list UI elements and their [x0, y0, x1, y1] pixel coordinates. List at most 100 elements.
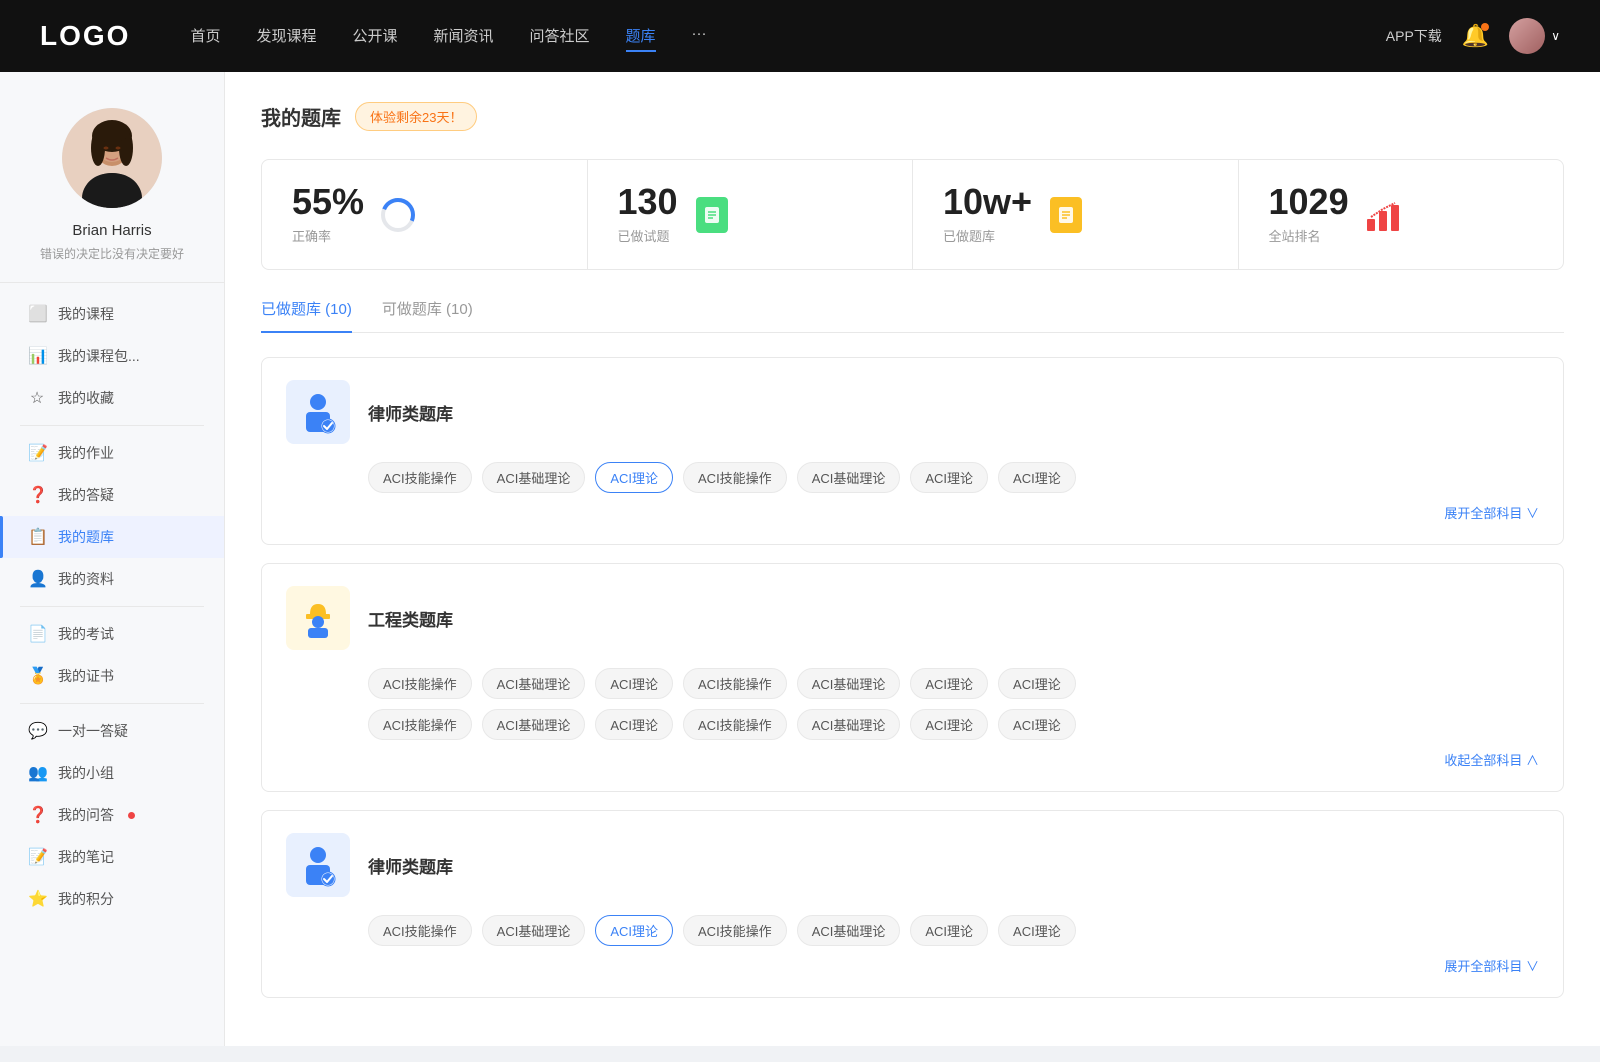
tag-aci-theory-2[interactable]: ACI理论	[910, 462, 988, 493]
notes-icon: 📝	[28, 847, 46, 867]
group-icon: 👥	[28, 763, 46, 783]
notification-bell[interactable]: 🔔	[1462, 23, 1489, 49]
l2-tag-1[interactable]: ACI技能操作	[368, 915, 472, 946]
l2-tag-3-active[interactable]: ACI理论	[595, 915, 673, 946]
l2-tag-5[interactable]: ACI基础理论	[797, 915, 901, 946]
l2-tag-7[interactable]: ACI理论	[998, 915, 1076, 946]
lawyer-svg-icon-2	[296, 843, 340, 887]
tag-aci-skill-op[interactable]: ACI技能操作	[368, 462, 472, 493]
sidebar-item-qa[interactable]: ❓ 我的答疑	[0, 474, 224, 516]
tag-aci-theory-3[interactable]: ACI理论	[998, 462, 1076, 493]
nav-question-bank[interactable]: 题库	[626, 21, 656, 52]
l2-tag-4[interactable]: ACI技能操作	[683, 915, 787, 946]
eng-tag-7[interactable]: ACI理论	[998, 668, 1076, 699]
logo: LOGO	[40, 20, 130, 52]
lawyer-svg-icon	[296, 390, 340, 434]
sidebar-item-label: 我的考试	[58, 624, 114, 644]
stat-icon-questions	[692, 195, 732, 235]
points-icon: ⭐	[28, 889, 46, 909]
main-content: 我的题库 体验剩余23天！ 55% 正确率 130	[225, 72, 1600, 1046]
stat-icon-banks	[1046, 195, 1086, 235]
eng-tag-9[interactable]: ACI基础理论	[482, 709, 586, 740]
app-download-link[interactable]: APP下载	[1386, 26, 1442, 46]
sidebar: Brian Harris 错误的决定比没有决定要好 ⬜ 我的课程 📊 我的课程包…	[0, 72, 225, 1046]
expand-link-2[interactable]: 展开全部科目 ∨	[286, 956, 1539, 975]
eng-tag-8[interactable]: ACI技能操作	[368, 709, 472, 740]
qbank-card-header-lawyer-2: 律师类题库	[286, 833, 1539, 897]
sidebar-item-label: 我的作业	[58, 443, 114, 463]
l2-tag-6[interactable]: ACI理论	[910, 915, 988, 946]
qbank-card-header-1: 律师类题库	[286, 380, 1539, 444]
sidebar-item-exam[interactable]: 📄 我的考试	[0, 613, 224, 655]
qbank-tags-row-engineer-1: ACI技能操作 ACI基础理论 ACI理论 ACI技能操作 ACI基础理论 AC…	[368, 668, 1539, 699]
nav-more[interactable]: ···	[692, 21, 707, 52]
sidebar-item-profile[interactable]: 👤 我的资料	[0, 558, 224, 600]
qbank-card-engineer: 工程类题库 ACI技能操作 ACI基础理论 ACI理论 ACI技能操作 ACI基…	[261, 563, 1564, 792]
stat-number-questions: 130	[618, 184, 678, 220]
stat-rank: 1029 全站排名	[1239, 160, 1564, 269]
sidebar-item-my-courses[interactable]: ⬜ 我的课程	[0, 293, 224, 335]
l2-tag-2[interactable]: ACI基础理论	[482, 915, 586, 946]
doc-green-icon	[696, 197, 728, 233]
engineer-svg-icon	[296, 596, 340, 640]
nav-home[interactable]: 首页	[190, 21, 220, 52]
stat-label-accuracy: 正确率	[292, 226, 364, 245]
sidebar-item-notes[interactable]: 📝 我的笔记	[0, 836, 224, 878]
eng-tag-10[interactable]: ACI理论	[595, 709, 673, 740]
nav-discover[interactable]: 发现课程	[256, 21, 316, 52]
sidebar-item-points[interactable]: ⭐ 我的积分	[0, 878, 224, 920]
eng-tag-14[interactable]: ACI理论	[998, 709, 1076, 740]
sidebar-item-favorites[interactable]: ☆ 我的收藏	[0, 377, 224, 419]
page-title: 我的题库	[261, 102, 341, 131]
eng-tag-12[interactable]: ACI基础理论	[797, 709, 901, 740]
qa-icon: ❓	[28, 485, 46, 505]
nav-open-course[interactable]: 公开课	[352, 21, 397, 52]
stat-label-banks: 已做题库	[943, 226, 1032, 245]
sidebar-item-label: 我的课程	[58, 304, 114, 324]
user-avatar-menu[interactable]: ∨	[1509, 18, 1560, 54]
tab-done-banks[interactable]: 已做题库 (10)	[261, 298, 352, 333]
eng-tag-6[interactable]: ACI理论	[910, 668, 988, 699]
eng-tag-4[interactable]: ACI技能操作	[683, 668, 787, 699]
stat-number-accuracy: 55%	[292, 184, 364, 220]
eng-tag-1[interactable]: ACI技能操作	[368, 668, 472, 699]
qbank-tags-row-lawyer-2: ACI技能操作 ACI基础理论 ACI理论 ACI技能操作 ACI基础理论 AC…	[368, 915, 1539, 946]
sidebar-item-certificate[interactable]: 🏅 我的证书	[0, 655, 224, 697]
collapse-link-engineer[interactable]: 收起全部科目 ∧	[286, 750, 1539, 769]
eng-tag-13[interactable]: ACI理论	[910, 709, 988, 740]
sidebar-item-one-on-one[interactable]: 💬 一对一答疑	[0, 710, 224, 752]
eng-tag-5[interactable]: ACI基础理论	[797, 668, 901, 699]
tag-aci-theory-active[interactable]: ACI理论	[595, 462, 673, 493]
tag-aci-basic-theory-2[interactable]: ACI基础理论	[797, 462, 901, 493]
stat-icon-accuracy	[378, 195, 418, 235]
sidebar-item-question-bank[interactable]: 📋 我的题库	[0, 516, 224, 558]
top-navigation: LOGO 首页 发现课程 公开课 新闻资讯 问答社区 题库 ··· APP下载 …	[0, 0, 1600, 72]
engineer-bank-icon	[286, 586, 350, 650]
qbank-title-engineer: 工程类题库	[368, 606, 453, 631]
eng-tag-3[interactable]: ACI理论	[595, 668, 673, 699]
stat-text-accuracy: 55% 正确率	[292, 184, 364, 245]
sidebar-item-label: 我的小组	[58, 763, 114, 783]
sidebar-item-homework[interactable]: 📝 我的作业	[0, 432, 224, 474]
one-on-one-icon: 💬	[28, 721, 46, 741]
stat-accuracy: 55% 正确率	[262, 160, 588, 269]
nav-qa[interactable]: 问答社区	[530, 21, 590, 52]
sidebar-item-group[interactable]: 👥 我的小组	[0, 752, 224, 794]
profile-motto: 错误的决定比没有决定要好	[40, 245, 184, 262]
tag-aci-skill-op-2[interactable]: ACI技能操作	[683, 462, 787, 493]
tab-available-banks[interactable]: 可做题库 (10)	[382, 298, 473, 333]
stat-label-questions: 已做试题	[618, 226, 678, 245]
sidebar-item-my-qa[interactable]: ❓ 我的问答	[0, 794, 224, 836]
expand-link-1[interactable]: 展开全部科目 ∨	[286, 503, 1539, 522]
stats-row: 55% 正确率 130 已做试题	[261, 159, 1564, 270]
eng-tag-11[interactable]: ACI技能操作	[683, 709, 787, 740]
tag-aci-basic-theory[interactable]: ACI基础理论	[482, 462, 586, 493]
qbank-card-lawyer-1: 律师类题库 ACI技能操作 ACI基础理论 ACI理论 ACI技能操作 ACI基…	[261, 357, 1564, 545]
qbank-title-lawyer-1: 律师类题库	[368, 400, 453, 425]
eng-tag-2[interactable]: ACI基础理论	[482, 668, 586, 699]
nav-news[interactable]: 新闻资讯	[434, 21, 494, 52]
exam-icon: 📄	[28, 624, 46, 644]
sidebar-item-course-packages[interactable]: 📊 我的课程包...	[0, 335, 224, 377]
avatar	[1509, 18, 1545, 54]
sidebar-item-label: 一对一答疑	[58, 721, 128, 741]
